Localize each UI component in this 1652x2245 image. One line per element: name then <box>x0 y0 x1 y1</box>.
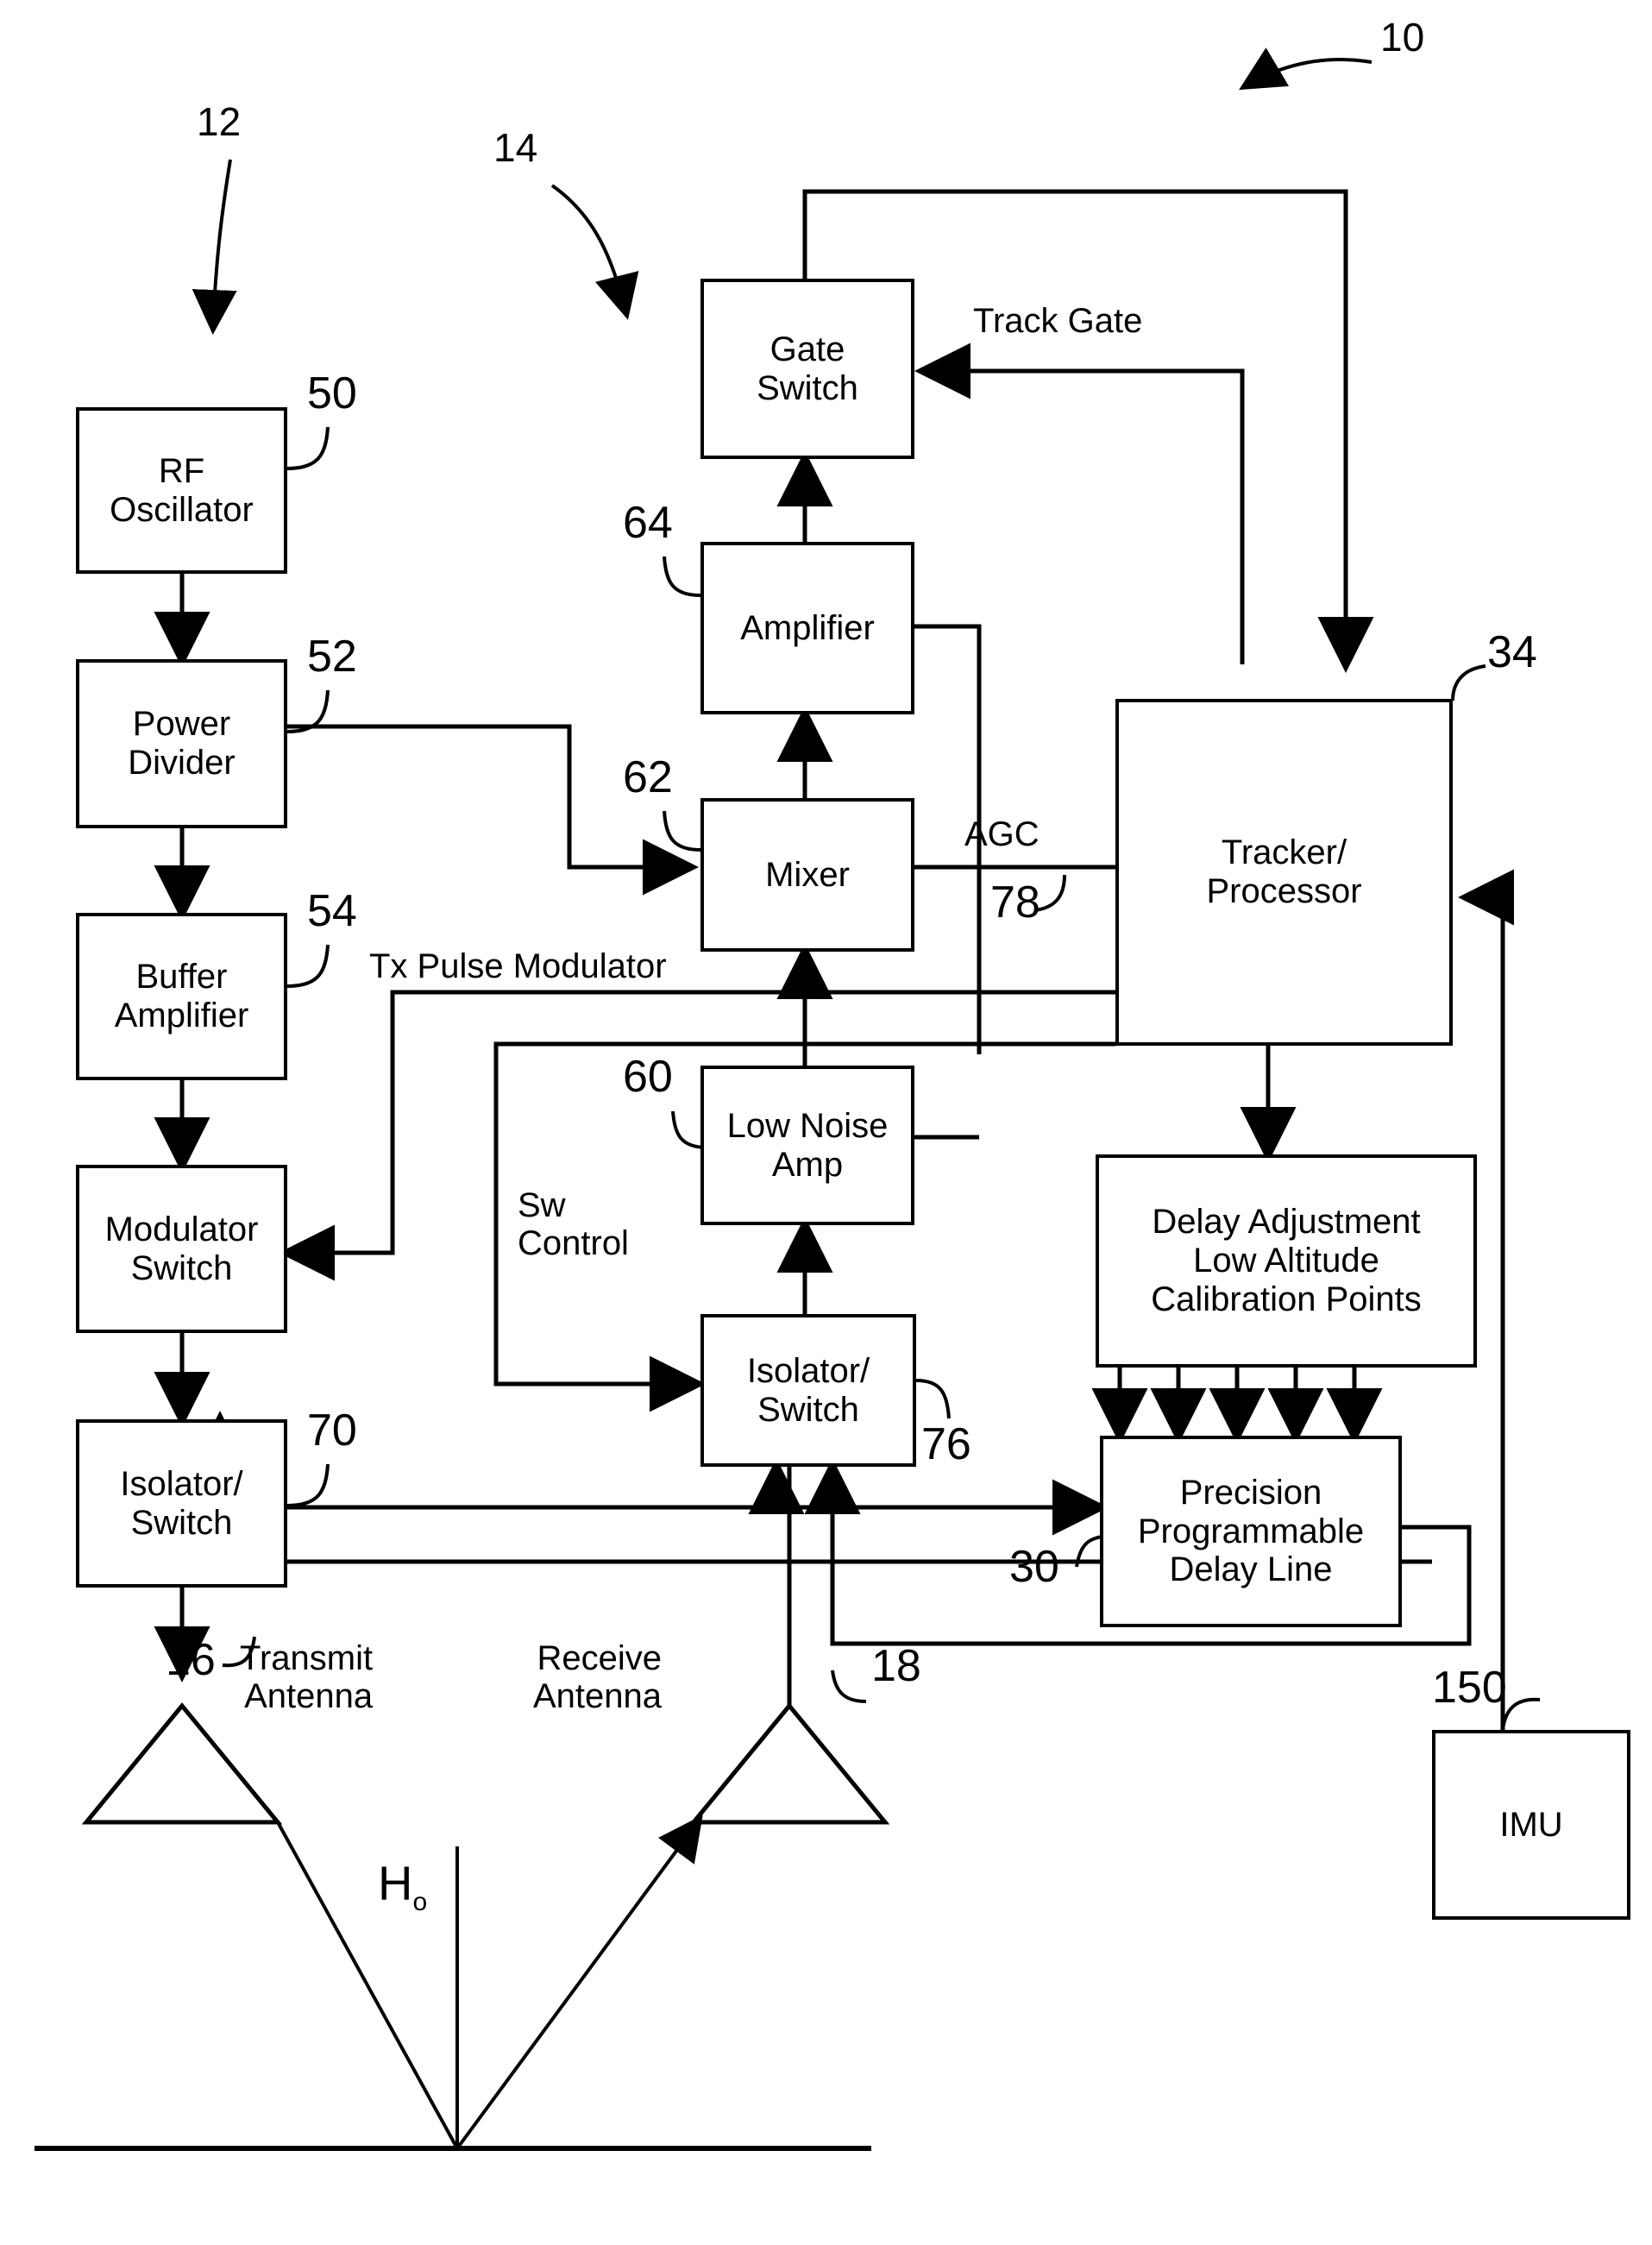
block-imu[interactable]: IMU <box>1432 1730 1630 1920</box>
block-precision-programmable-delay-line[interactable]: Precision Programmable Delay Line <box>1100 1436 1402 1627</box>
label-agc: AGC <box>964 815 1040 853</box>
ref-30: 30 <box>1009 1542 1059 1592</box>
ho-subscript: o <box>412 1887 428 1916</box>
ref-60: 60 <box>623 1052 673 1102</box>
block-tracker-processor[interactable]: Tracker/ Processor <box>1115 699 1453 1046</box>
label-sw-control: Sw Control <box>518 1186 629 1262</box>
block-amplifier[interactable]: Amplifier <box>700 542 914 714</box>
ref-70: 70 <box>307 1405 357 1456</box>
ref-18: 18 <box>871 1641 921 1691</box>
block-mixer[interactable]: Mixer <box>700 798 914 952</box>
ref-system-10: 10 <box>1380 15 1425 60</box>
block-delay-adjustment[interactable]: Delay Adjustment Low Altitude Calibratio… <box>1096 1154 1477 1368</box>
ref-34: 34 <box>1487 627 1537 677</box>
block-gate-switch[interactable]: Gate Switch <box>700 279 914 459</box>
ref-50: 50 <box>307 368 357 418</box>
block-power-divider[interactable]: Power Divider <box>76 659 287 828</box>
block-modulator-switch[interactable]: Modulator Switch <box>76 1165 287 1333</box>
block-rf-oscillator[interactable]: RF Oscillator <box>76 407 287 574</box>
label-altitude-ho: Ho <box>378 1803 428 1916</box>
block-buffer-amplifier[interactable]: Buffer Amplifier <box>76 913 287 1080</box>
ref-150: 150 <box>1432 1663 1507 1713</box>
ref-transmitter-12: 12 <box>197 99 242 144</box>
ref-64: 64 <box>623 498 673 548</box>
label-receive-antenna: Receive Antenna <box>533 1639 663 1715</box>
block-isolator-switch-receive[interactable]: Isolator/ Switch <box>700 1314 916 1467</box>
ref-62: 62 <box>623 752 673 802</box>
label-tx-pulse-modulator: Tx Pulse Modulator <box>369 947 667 985</box>
block-isolator-switch-transmit[interactable]: Isolator/ Switch <box>76 1419 287 1588</box>
ref-76: 76 <box>921 1419 971 1469</box>
ref-16: 16 <box>166 1635 216 1685</box>
ref-receiver-14: 14 <box>493 125 538 170</box>
label-track-gate: Track Gate <box>973 302 1143 340</box>
ho-base: H <box>378 1855 413 1910</box>
ref-78: 78 <box>990 877 1040 928</box>
label-transmit-antenna: Transmit Antenna <box>240 1639 374 1715</box>
ref-54: 54 <box>307 886 357 936</box>
block-low-noise-amp[interactable]: Low Noise Amp <box>700 1066 914 1225</box>
patent-figure: RF Oscillator Power Divider Buffer Ampli… <box>0 0 1652 2245</box>
ref-52: 52 <box>307 632 357 682</box>
